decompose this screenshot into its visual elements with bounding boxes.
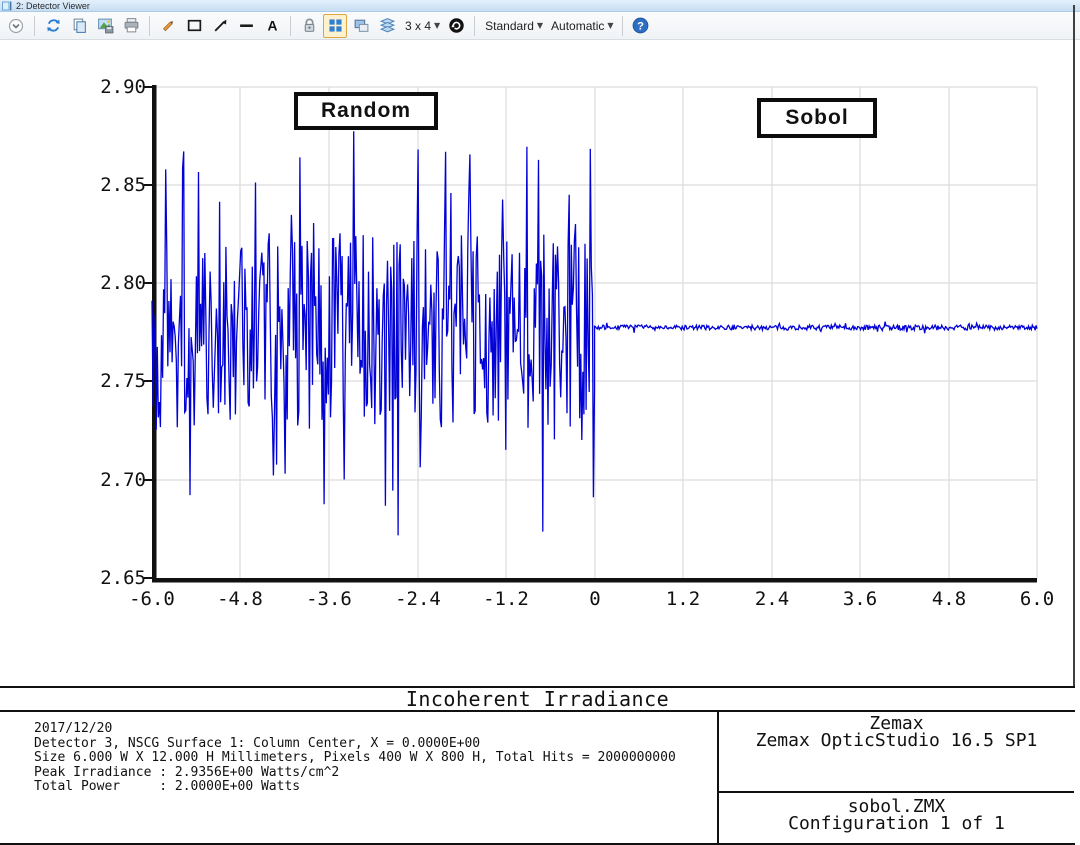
rectangle-annotate-button[interactable] [182,14,206,38]
svg-text:A: A [267,17,277,33]
scale-mode-label: Automatic [551,19,604,33]
x-tick-label: 4.8 [909,588,989,610]
arrow-annotate-icon [212,17,229,34]
print-icon [123,17,140,34]
report-detector-line: Detector 3, NSCG Surface 1: Column Cente… [34,737,717,752]
chart-area[interactable]: 2.90 2.85 2.80 2.75 2.70 2.65 -6.0 -4.8 … [0,40,1080,686]
print-button[interactable] [119,14,143,38]
layers-icon [379,17,396,34]
collapse-chevron-icon [8,18,24,34]
report-title-row: Incoherent Irradiance [0,686,1075,712]
y-tick-label: 2.75 [80,370,146,392]
lock-icon [301,17,318,34]
y-tick-label: 2.65 [80,567,146,589]
text-annotate-icon: A [264,17,281,34]
x-tick-label: -1.2 [466,588,546,610]
fit-window-button[interactable] [323,14,347,38]
copy-button[interactable] [67,14,91,38]
chevron-down-icon: ▼ [607,21,613,30]
report-details: 2017/12/20 Detector 3, NSCG Surface 1: C… [0,712,717,843]
window-titlebar[interactable]: 2: Detector Viewer [0,0,1080,12]
report-peak-line: Peak Irradiance : 2.9356E+00 Watts/cm^2 [34,766,717,781]
pencil-annotate-icon [160,17,177,34]
toolbar-separator [149,16,150,36]
detector-viewer-icon [2,1,12,11]
brand-version: Zemax OpticStudio 16.5 SP1 [719,732,1074,749]
file-cell: sobol.ZMX Configuration 1 of 1 [719,793,1074,845]
grid-size-label: 3 x 4 [405,19,431,33]
report-title: Incoherent Irradiance [406,687,669,711]
refresh-icon [45,17,62,34]
y-tick-label: 2.85 [80,174,146,196]
scale-mode-dropdown[interactable]: Automatic ▼ [547,19,616,33]
x-tick-label: -2.4 [378,588,458,610]
save-image-button[interactable] [93,14,117,38]
rectangle-annotate-icon [186,17,203,34]
refresh-button[interactable] [41,14,65,38]
grid-size-dropdown[interactable]: 3 x 4 ▼ [401,19,442,33]
copy-icon [71,17,88,34]
brand-cell: Zemax Zemax OpticStudio 16.5 SP1 [719,712,1074,793]
display-mode-dropdown[interactable]: Standard ▼ [481,19,545,33]
x-tick-label: 6.0 [997,588,1077,610]
x-tick-label: 3.6 [820,588,900,610]
window-title: 2: Detector Viewer [16,1,90,11]
copy-window-button[interactable] [349,14,373,38]
x-tick-label: -6.0 [112,588,192,610]
x-tick-label: -4.8 [200,588,280,610]
x-tick-label: 0 [555,588,635,610]
detector-viewer-window: 2: Detector Viewer [0,0,1080,845]
x-tick-label: 2.4 [732,588,812,610]
chevron-down-icon: ▼ [537,21,543,30]
pencil-annotate-button[interactable] [156,14,180,38]
chevron-down-icon: ▼ [434,21,440,30]
y-tick-label: 2.70 [80,469,146,491]
window-right-border [1073,5,1075,805]
x-tick-label: 1.2 [643,588,723,610]
arrow-annotate-button[interactable] [208,14,232,38]
configuration-line: Configuration 1 of 1 [719,815,1074,832]
sobol-annotation-box: Sobol [757,98,877,138]
auto-update-button[interactable] [444,14,468,38]
line-annotate-button[interactable] [234,14,258,38]
toolbar-separator [290,16,291,36]
help-icon: ? [632,17,649,34]
x-tick-label: -3.6 [289,588,369,610]
report-side-panel: Zemax Zemax OpticStudio 16.5 SP1 sobol.Z… [717,712,1074,843]
copy-window-icon [353,17,370,34]
auto-update-icon [448,17,465,34]
fit-window-icon [327,17,344,34]
random-annotation-box: Random [294,92,438,130]
toolbar-separator [622,16,623,36]
text-annotate-button[interactable]: A [260,14,284,38]
line-annotate-icon [238,17,255,34]
svg-text:?: ? [637,21,644,33]
toolbar-separator [474,16,475,36]
toolbar: A [0,12,1080,40]
layers-button[interactable] [375,14,399,38]
collapse-ribbon-button[interactable] [4,14,28,38]
report-power-line: Total Power : 2.0000E+00 Watts [34,780,717,795]
report-size-line: Size 6.000 W X 12.000 H Millimeters, Pix… [34,751,717,766]
help-button[interactable]: ? [629,14,653,38]
lock-button[interactable] [297,14,321,38]
toolbar-separator [34,16,35,36]
display-mode-label: Standard [485,19,534,33]
report-date-line: 2017/12/20 [34,722,717,737]
y-tick-label: 2.90 [80,76,146,98]
y-tick-label: 2.80 [80,272,146,294]
report-footer: Incoherent Irradiance 2017/12/20 Detecto… [0,686,1080,845]
save-image-icon [97,17,114,34]
